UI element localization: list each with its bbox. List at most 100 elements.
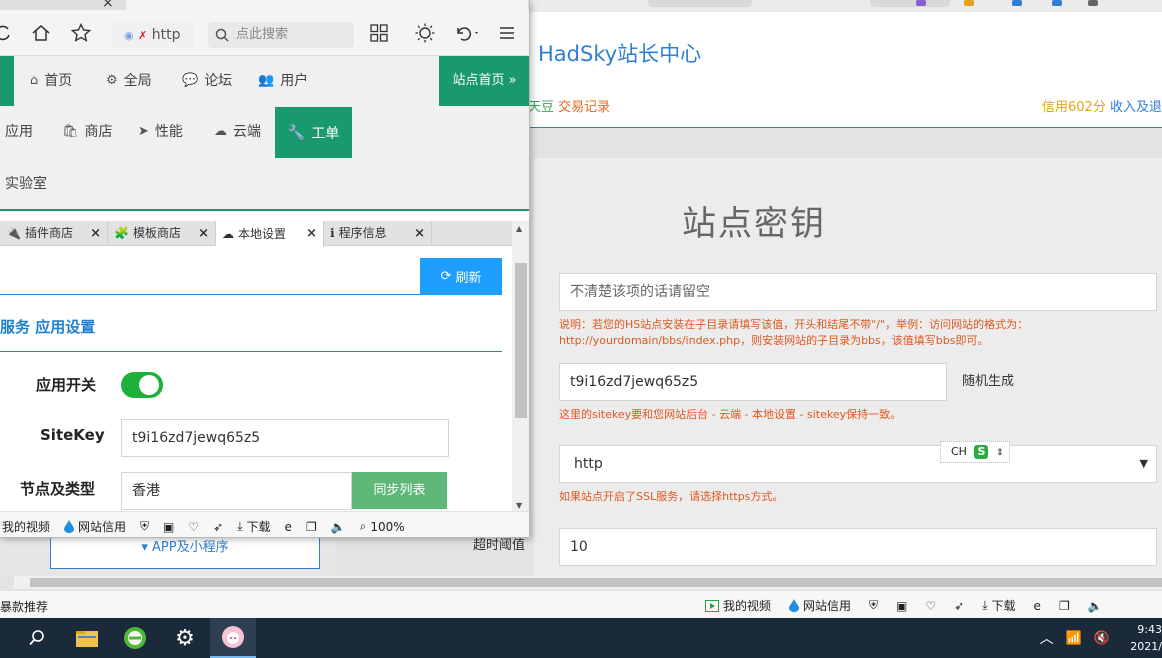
- background-tab[interactable]: [648, 0, 752, 7]
- transactions-link[interactable]: 交易记录: [558, 100, 610, 115]
- undo-icon[interactable]: [452, 22, 482, 44]
- heart-icon[interactable]: ♡: [188, 520, 199, 534]
- heart-icon[interactable]: ♡: [925, 599, 936, 613]
- scroll-down-icon[interactable]: ▼: [516, 501, 522, 510]
- header-links-right: 信用602分 收入及退: [1042, 96, 1162, 115]
- site-credit-item[interactable]: 网站信用: [64, 518, 126, 535]
- network-icon[interactable]: 📶: [1066, 631, 1082, 646]
- paper-plane-icon: ➤: [138, 124, 149, 139]
- credit-score[interactable]: 信用602分: [1042, 100, 1106, 115]
- refresh-label: 刷新: [455, 271, 482, 286]
- sync-list-button[interactable]: 同步列表: [352, 472, 447, 509]
- search-input[interactable]: 点此搜索: [208, 22, 354, 48]
- close-icon[interactable]: ×: [306, 221, 317, 246]
- taskbar: ⚙ ︿ 📶 🔇 9:43 2021/: [0, 618, 1162, 658]
- vertical-scrollbar[interactable]: ▲ ▼: [512, 221, 529, 511]
- site-credit-item[interactable]: 网站信用: [789, 597, 851, 614]
- speaker-icon[interactable]: 🔈: [1088, 599, 1103, 613]
- my-video-label: 我的视频: [2, 520, 51, 534]
- home-icon: ⌂: [30, 73, 39, 88]
- rocket-icon[interactable]: ➶: [954, 599, 964, 613]
- random-generate-link[interactable]: 随机生成: [962, 370, 1014, 389]
- next-tab[interactable]: [126, 0, 528, 10]
- window-icon[interactable]: ❐: [306, 520, 317, 534]
- download-icon: ⤓: [237, 519, 243, 533]
- brightness-icon[interactable]: [414, 22, 436, 44]
- app-switch-toggle[interactable]: [121, 372, 163, 398]
- clock[interactable]: 9:43 2021/: [1122, 621, 1162, 655]
- income-link[interactable]: 收入及退: [1110, 100, 1162, 115]
- site-credit-label: 网站信用: [78, 520, 127, 534]
- subdirectory-input[interactable]: 不清楚该项的话请留空: [559, 273, 1157, 311]
- tab-local-settings[interactable]: ☁ 本地设置 ×: [216, 221, 324, 247]
- tab-favicon-icon: [916, 0, 926, 6]
- ime-indicator[interactable]: CH S ⇕: [940, 441, 1010, 463]
- nav-lab[interactable]: 实验室: [5, 159, 47, 209]
- nav-forum-label: 论坛: [204, 73, 233, 89]
- download-item[interactable]: ⤓ 下载: [237, 518, 270, 535]
- window-icon[interactable]: ❐: [1059, 599, 1070, 613]
- nav-forum[interactable]: 💬 论坛: [182, 56, 232, 106]
- shield-icon[interactable]: ⛨: [140, 519, 149, 534]
- shield-icon[interactable]: ⛨: [869, 598, 878, 613]
- reload-icon[interactable]: [0, 22, 14, 44]
- file-explorer-icon[interactable]: [64, 618, 110, 658]
- download-item[interactable]: ⤓ 下载: [982, 597, 1015, 614]
- refresh-button[interactable]: ⟳ 刷新: [420, 258, 502, 295]
- site-home-button[interactable]: 站点首页 »: [439, 56, 529, 106]
- status-recommend[interactable]: 暴款推荐: [0, 598, 48, 615]
- nav-users[interactable]: 👥 用户: [258, 56, 308, 106]
- scrollbar-thumb[interactable]: [515, 263, 527, 418]
- sitekey-input[interactable]: t9i16zd7jewq65z5: [559, 363, 947, 401]
- star-icon[interactable]: [70, 22, 92, 44]
- scroll-up-icon[interactable]: ▲: [516, 224, 522, 233]
- home-icon[interactable]: [30, 22, 52, 44]
- chevron-up-icon[interactable]: ︿: [1040, 628, 1054, 648]
- ie-icon[interactable]: e: [1034, 599, 1041, 613]
- nav-cloud[interactable]: ☁ 云端: [214, 107, 261, 157]
- close-icon[interactable]: ×: [90, 221, 101, 246]
- my-video-item[interactable]: 我的视频: [2, 518, 50, 535]
- nav-workorder[interactable]: 🔧 工单: [275, 107, 352, 158]
- tab-plugin-store[interactable]: 🔌 插件商店 ×: [0, 221, 108, 246]
- browser-icon[interactable]: [112, 618, 158, 658]
- node-type-input[interactable]: 香港: [121, 472, 352, 510]
- app-pig-icon[interactable]: [210, 618, 256, 658]
- volume-muted-icon[interactable]: 🔇: [1094, 631, 1110, 646]
- tab-template-store-label: 模板商店: [132, 226, 181, 240]
- nav-performance[interactable]: ➤ 性能: [138, 107, 183, 157]
- settings-gear-icon[interactable]: ⚙: [162, 618, 208, 658]
- horizontal-scrollbar[interactable]: [14, 576, 1162, 589]
- nav-home[interactable]: ⌂ 首页: [30, 56, 72, 106]
- close-icon[interactable]: ×: [414, 221, 425, 246]
- ie-icon[interactable]: e: [285, 520, 292, 534]
- timeout-input[interactable]: 10: [559, 528, 1157, 566]
- clock-time: 9:43: [1137, 623, 1162, 636]
- zoom-item[interactable]: ⌕ 100%: [360, 519, 405, 534]
- beans-link[interactable]: 天豆: [528, 100, 554, 115]
- menu-icon[interactable]: [496, 22, 518, 44]
- speaker-icon[interactable]: 🔈: [331, 520, 346, 534]
- image-icon[interactable]: ▣: [163, 520, 174, 534]
- my-video-item[interactable]: 我的视频: [705, 597, 771, 614]
- search-icon[interactable]: [14, 618, 60, 658]
- tab-template-store[interactable]: 🧩 模板商店 ×: [108, 221, 216, 246]
- site-brand[interactable]: HadSky站长中心: [538, 38, 701, 68]
- app-miniprogram-button[interactable]: ▾ APP及小程序: [50, 533, 320, 569]
- sitekey-input[interactable]: t9i16zd7jewq65z5: [121, 419, 449, 457]
- protocol-select[interactable]: http ▼: [559, 445, 1157, 483]
- close-icon[interactable]: ×: [198, 221, 209, 246]
- address-bar[interactable]: ◉ ✗ http: [112, 22, 194, 48]
- background-tab[interactable]: [870, 0, 950, 7]
- image-icon[interactable]: ▣: [896, 599, 907, 613]
- rocket-icon[interactable]: ➶: [213, 520, 223, 534]
- tab-program-info[interactable]: ℹ 程序信息 ×: [324, 221, 432, 246]
- apps-grid-icon[interactable]: [368, 22, 390, 44]
- nav-store[interactable]: 🛍 商店: [62, 107, 113, 157]
- nav-apps[interactable]: 应用: [5, 107, 33, 157]
- sitekey-help: 这里的sitekey要和您网站后台 - 云端 - 本地设置 - sitekey保…: [559, 408, 902, 421]
- scrollbar-thumb[interactable]: [30, 578, 1162, 587]
- nav-global[interactable]: ⚙ 全局: [106, 56, 152, 106]
- tab-favicon-icon: [1052, 0, 1062, 6]
- background-tabstrip: [528, 0, 1162, 12]
